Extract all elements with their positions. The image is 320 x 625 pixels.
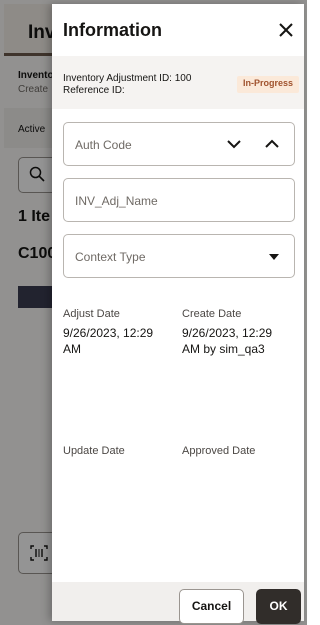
info-summary: Inventory Adjustment ID: 100 Reference I… bbox=[52, 56, 304, 109]
update-date-label: Update Date bbox=[63, 445, 125, 457]
drawer-footer: Cancel OK bbox=[52, 582, 304, 624]
close-icon bbox=[279, 23, 293, 37]
approved-date-label: Approved Date bbox=[182, 445, 256, 457]
close-button[interactable] bbox=[276, 20, 296, 40]
adjustment-name-field[interactable]: INV_Adj_Name bbox=[63, 178, 295, 222]
cancel-button[interactable]: Cancel bbox=[179, 589, 244, 624]
drawer-title: Information bbox=[63, 20, 162, 40]
auth-code-label: Auth Code bbox=[75, 138, 132, 152]
chevron-up-icon[interactable] bbox=[265, 139, 279, 149]
adjust-date-value: 9/26/2023, 12:29 AM bbox=[63, 326, 154, 356]
adjustment-name-placeholder: INV_Adj_Name bbox=[75, 194, 158, 208]
information-drawer: Information Inventory Adjustment ID: 100… bbox=[52, 4, 304, 624]
context-type-select[interactable]: Context Type bbox=[63, 234, 295, 278]
create-date-value: 9/26/2023, 12:29 AM by sim_qa3 bbox=[182, 326, 273, 356]
caret-down-icon bbox=[269, 254, 279, 260]
reference-id: Reference ID: bbox=[63, 85, 125, 96]
create-date-label: Create Date bbox=[182, 308, 242, 320]
adjust-date-label: Adjust Date bbox=[63, 308, 120, 320]
chevron-down-icon[interactable] bbox=[227, 139, 241, 149]
adjustment-id: Inventory Adjustment ID: 100 bbox=[63, 73, 192, 84]
status-badge: In-Progress bbox=[237, 76, 300, 93]
context-type-label: Context Type bbox=[75, 250, 146, 264]
ok-button[interactable]: OK bbox=[256, 589, 301, 624]
auth-code-select[interactable]: Auth Code bbox=[63, 122, 295, 166]
